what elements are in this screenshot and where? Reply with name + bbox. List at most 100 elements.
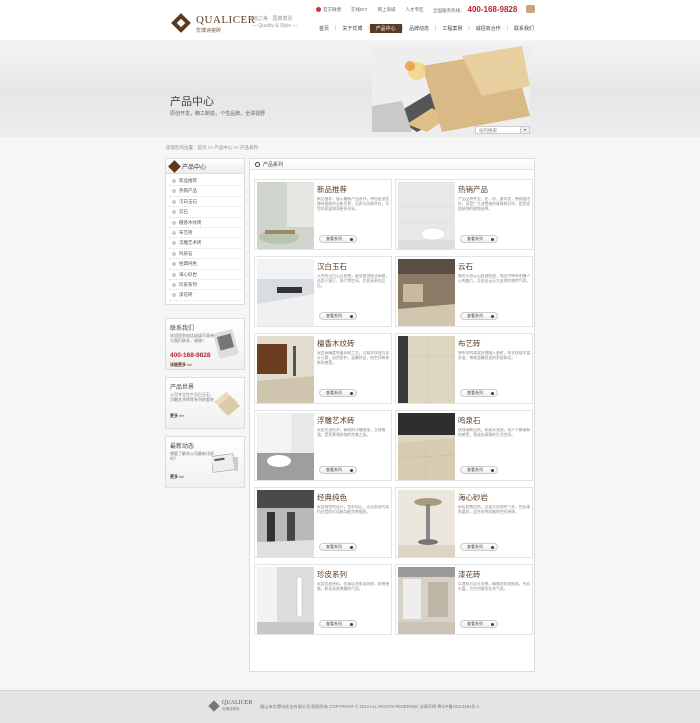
product-desc: 天然的汉白玉石质感，晶莹剔透纯洁高雅，适用于客厅、餐厅等空间，尽显高贵的品位。	[317, 274, 390, 289]
product-title: 经典纯色	[317, 493, 347, 502]
logo-brand-cn: 优博诗瓷砖	[196, 28, 222, 34]
footer-logo[interactable]: QUALICER 优博诗瓷砖	[208, 700, 258, 714]
view-series-button[interactable]: 查看系列	[319, 466, 357, 474]
banner-tile-image	[372, 46, 530, 132]
product-title: 珍皮系列	[317, 570, 347, 579]
product-card-haixin[interactable]: 海心砂岩 砂岩质感自然，呈现大自然的气息，色彩柔和温润，适合多种风格的空间装饰。…	[395, 487, 533, 558]
product-card-new[interactable]: 新品推荐 新品推荐，展示最新产品系列，带您走进优博诗瓷砖的全新世界，品质与风格并…	[254, 179, 392, 250]
product-image	[398, 336, 455, 403]
logo-slogan-cn: 价值之美 · 国典尊贵	[248, 16, 293, 22]
product-card-chunse[interactable]: 经典纯色 采用纯色的设计，色彩纯正，无论是现代简约还是欧式风格均能完美搭配。 查…	[254, 487, 392, 558]
hotline-number: 400-168-9828	[467, 5, 518, 14]
product-title: 热销产品	[458, 185, 488, 194]
view-series-button[interactable]: 查看系列	[319, 543, 357, 551]
sidebar-item[interactable]: 漆花砖	[169, 290, 241, 301]
sidebar-item[interactable]: 热销产品	[169, 186, 241, 197]
tiles-image	[214, 392, 240, 416]
top-link-jobs[interactable]: 人才专区	[406, 7, 424, 13]
product-desc: 采用先进技术，精致的浮雕图案，立体感强，是背景墙装饰的完美之选。	[317, 428, 386, 438]
product-image	[398, 490, 455, 557]
nav-franchise[interactable]: 诚招商合作	[470, 24, 507, 33]
sidebar-item[interactable]: 浮雕艺术砖	[169, 238, 241, 249]
view-series-button[interactable]: 查看系列	[460, 389, 498, 397]
page-banner	[0, 40, 700, 137]
footer-brand: QUALICER	[222, 700, 253, 706]
view-series-button[interactable]: 查看系列	[460, 312, 498, 320]
product-card-zhenpi[interactable]: 珍皮系列 采用优质原料，仿真珍贵皮革纹理，质感细腻，彰显高贵典雅的气质。 查看系…	[254, 564, 392, 635]
sidebar-category: 产品中心 新品推荐 热销产品 汉白玉石 云石 檀香木纹砖 布艺砖 浮雕艺术砖 鸣…	[165, 158, 245, 305]
sidebar-item[interactable]: 经典纯色	[169, 259, 241, 270]
product-title: 檀香木纹砖	[317, 339, 355, 348]
product-title: 布艺砖	[458, 339, 481, 348]
search-dropdown-button[interactable]: ▾	[520, 126, 530, 134]
sidebar-item[interactable]: 檀香木纹砖	[169, 218, 241, 228]
footer-copyright: 佛山市优博诗实业有限公司 版权所有 COPYRIGHT © 2014 ALL R…	[260, 704, 480, 709]
main-nav: 首页| 关于优博| 产品中心| 品牌动态| 工程案例| 诚招商合作| 联系我们	[313, 23, 540, 33]
main-content: 产品系列 新品推荐 新品推荐，展示最新产品系列，带您走进优博诗瓷砖的全新世界，品…	[249, 158, 535, 672]
nav-cases[interactable]: 工程案例	[436, 24, 468, 33]
product-desc: 砂岩质感自然，呈现大自然的气息，色彩柔和温润，适合多种风格的空间装饰。	[458, 505, 531, 515]
hotline: 全国服务热线： 400-168-9828	[433, 5, 517, 14]
sidebar-title: 产品中心	[182, 165, 207, 171]
top-link-diy[interactable]: 在线DIY	[351, 7, 368, 13]
product-card-yunshi[interactable]: 云石 模仿天然云石纹理肌理，纯洁中带有明媚人心的魅力，呈现出云石大自然的独特气质…	[395, 256, 533, 327]
view-series-button[interactable]: 查看系列	[460, 235, 498, 243]
contact-phone: 400-168-9828	[170, 352, 211, 359]
product-title: 漆花砖	[458, 570, 481, 579]
product-desc: 纹理清新自然，如泉水流淌，给人宁静清新的感受，营造出高雅的生活空间。	[458, 428, 531, 438]
view-series-button[interactable]: 查看系列	[319, 620, 357, 628]
nav-home[interactable]: 首页	[313, 24, 335, 33]
top-link-mall[interactable]: 网上商城	[378, 7, 396, 13]
sidebar-item[interactable]: 布艺砖	[169, 228, 241, 239]
view-series-button[interactable]: 查看系列	[460, 466, 498, 474]
product-card-mingquan[interactable]: 鸣泉石 纹理清新自然，如泉水流淌，给人宁静清新的感受，营造出高雅的生活空间。 查…	[395, 410, 533, 481]
product-title: 汉白玉石	[317, 262, 347, 271]
nav-products[interactable]: 产品中心	[369, 23, 402, 33]
product-desc: 新品推荐，展示最新产品系列，带您走进优博诗瓷砖的全新世界，品质与风格并存，为您的…	[317, 197, 390, 212]
view-series-button[interactable]: 查看系列	[319, 389, 357, 397]
top-links: 官方微博 在线DIY 网上商城 人才专区	[316, 6, 424, 14]
products-more-link[interactable]: 更多 >>	[170, 413, 184, 419]
sidebar-item[interactable]: 珍皮系列	[169, 280, 241, 291]
product-card-buyi[interactable]: 布艺砖 将布艺的柔软质感融入瓷砖，布艺纹理丰富多变，带来温馨舒适的家居体验。 查…	[395, 333, 533, 404]
sidebar-item[interactable]: 云石	[169, 207, 241, 218]
newspaper-image	[212, 453, 238, 473]
nav-about[interactable]: 关于优博	[336, 24, 368, 33]
phone-image	[213, 329, 239, 359]
product-card-fudiao[interactable]: 浮雕艺术砖 采用先进技术，精致的浮雕图案，立体感强，是背景墙装饰的完美之选。 查…	[254, 410, 392, 481]
product-card-qihua[interactable]: 漆花砖 以漆花为设计灵感，精美的花纹图案，色彩丰富，为空间增添艺术气息。 查看系…	[395, 564, 533, 635]
view-series-button[interactable]: 查看系列	[319, 312, 357, 320]
view-series-button[interactable]: 查看系列	[460, 543, 498, 551]
nav-contact[interactable]: 联系我们	[508, 24, 540, 33]
news-title: 最新动态	[170, 444, 195, 450]
view-series-button[interactable]: 查看系列	[460, 620, 498, 628]
products-desc: 公司专业生产汉白玉石、浮雕艺术砖等系列的瓷砖	[170, 392, 214, 402]
sidebar-item[interactable]: 鸣泉石	[169, 249, 241, 260]
contact-more-link[interactable]: 详细更多 >>	[170, 362, 192, 368]
weibo-icon	[316, 7, 321, 13]
news-more-link[interactable]: 更多 >>	[170, 474, 184, 480]
hotline-label: 全国服务热线：	[433, 8, 465, 13]
product-image	[257, 490, 314, 557]
nav-news[interactable]: 品牌动态	[403, 24, 435, 33]
product-image	[398, 182, 455, 249]
sidebar-products-box: 产品世界 公司专业生产汉白玉石、浮雕艺术砖等系列的瓷砖 更多 >>	[165, 377, 245, 429]
product-card-hanbaiyu[interactable]: 汉白玉石 天然的汉白玉石质感，晶莹剔透纯洁高雅，适用于客厅、餐厅等空间，尽显高贵…	[254, 256, 392, 327]
product-title: 浮雕艺术砖	[317, 416, 355, 425]
product-image	[398, 259, 455, 326]
sidebar-item[interactable]: 新品推荐	[169, 176, 241, 187]
sidebar-item[interactable]: 海心砂岩	[169, 270, 241, 280]
weibo-share-icon[interactable]	[526, 5, 535, 13]
product-card-hot[interactable]: 热销产品 产品品种齐全，花、质、量均优，畅销国内外，深受广大消费者的青睐和好评，…	[395, 179, 533, 250]
footer-brand-cn: 优博诗瓷砖	[222, 707, 240, 711]
product-card-tanxiang[interactable]: 檀香木纹砖 采用高精度喷墨印刷工艺，以檀木纹理为设计元素，自然质朴，温馨舒适，给…	[254, 333, 392, 404]
sidebar-item[interactable]: 汉白玉石	[169, 197, 241, 208]
product-image	[257, 336, 314, 403]
main-header: 产品系列	[250, 159, 534, 170]
product-desc: 采用纯色的设计，色彩纯正，无论是现代简约还是欧式风格均能完美搭配。	[317, 505, 390, 515]
diamond-icon	[168, 160, 181, 173]
top-link-weibo[interactable]: 官方微博	[316, 7, 341, 13]
view-series-button[interactable]: 查看系列	[319, 235, 357, 243]
site-logo[interactable]: QUALICER 优博诗瓷砖 价值之美 · 国典尊贵 — Quality & S…	[170, 12, 300, 38]
sidebar-header: 产品中心	[166, 159, 244, 174]
